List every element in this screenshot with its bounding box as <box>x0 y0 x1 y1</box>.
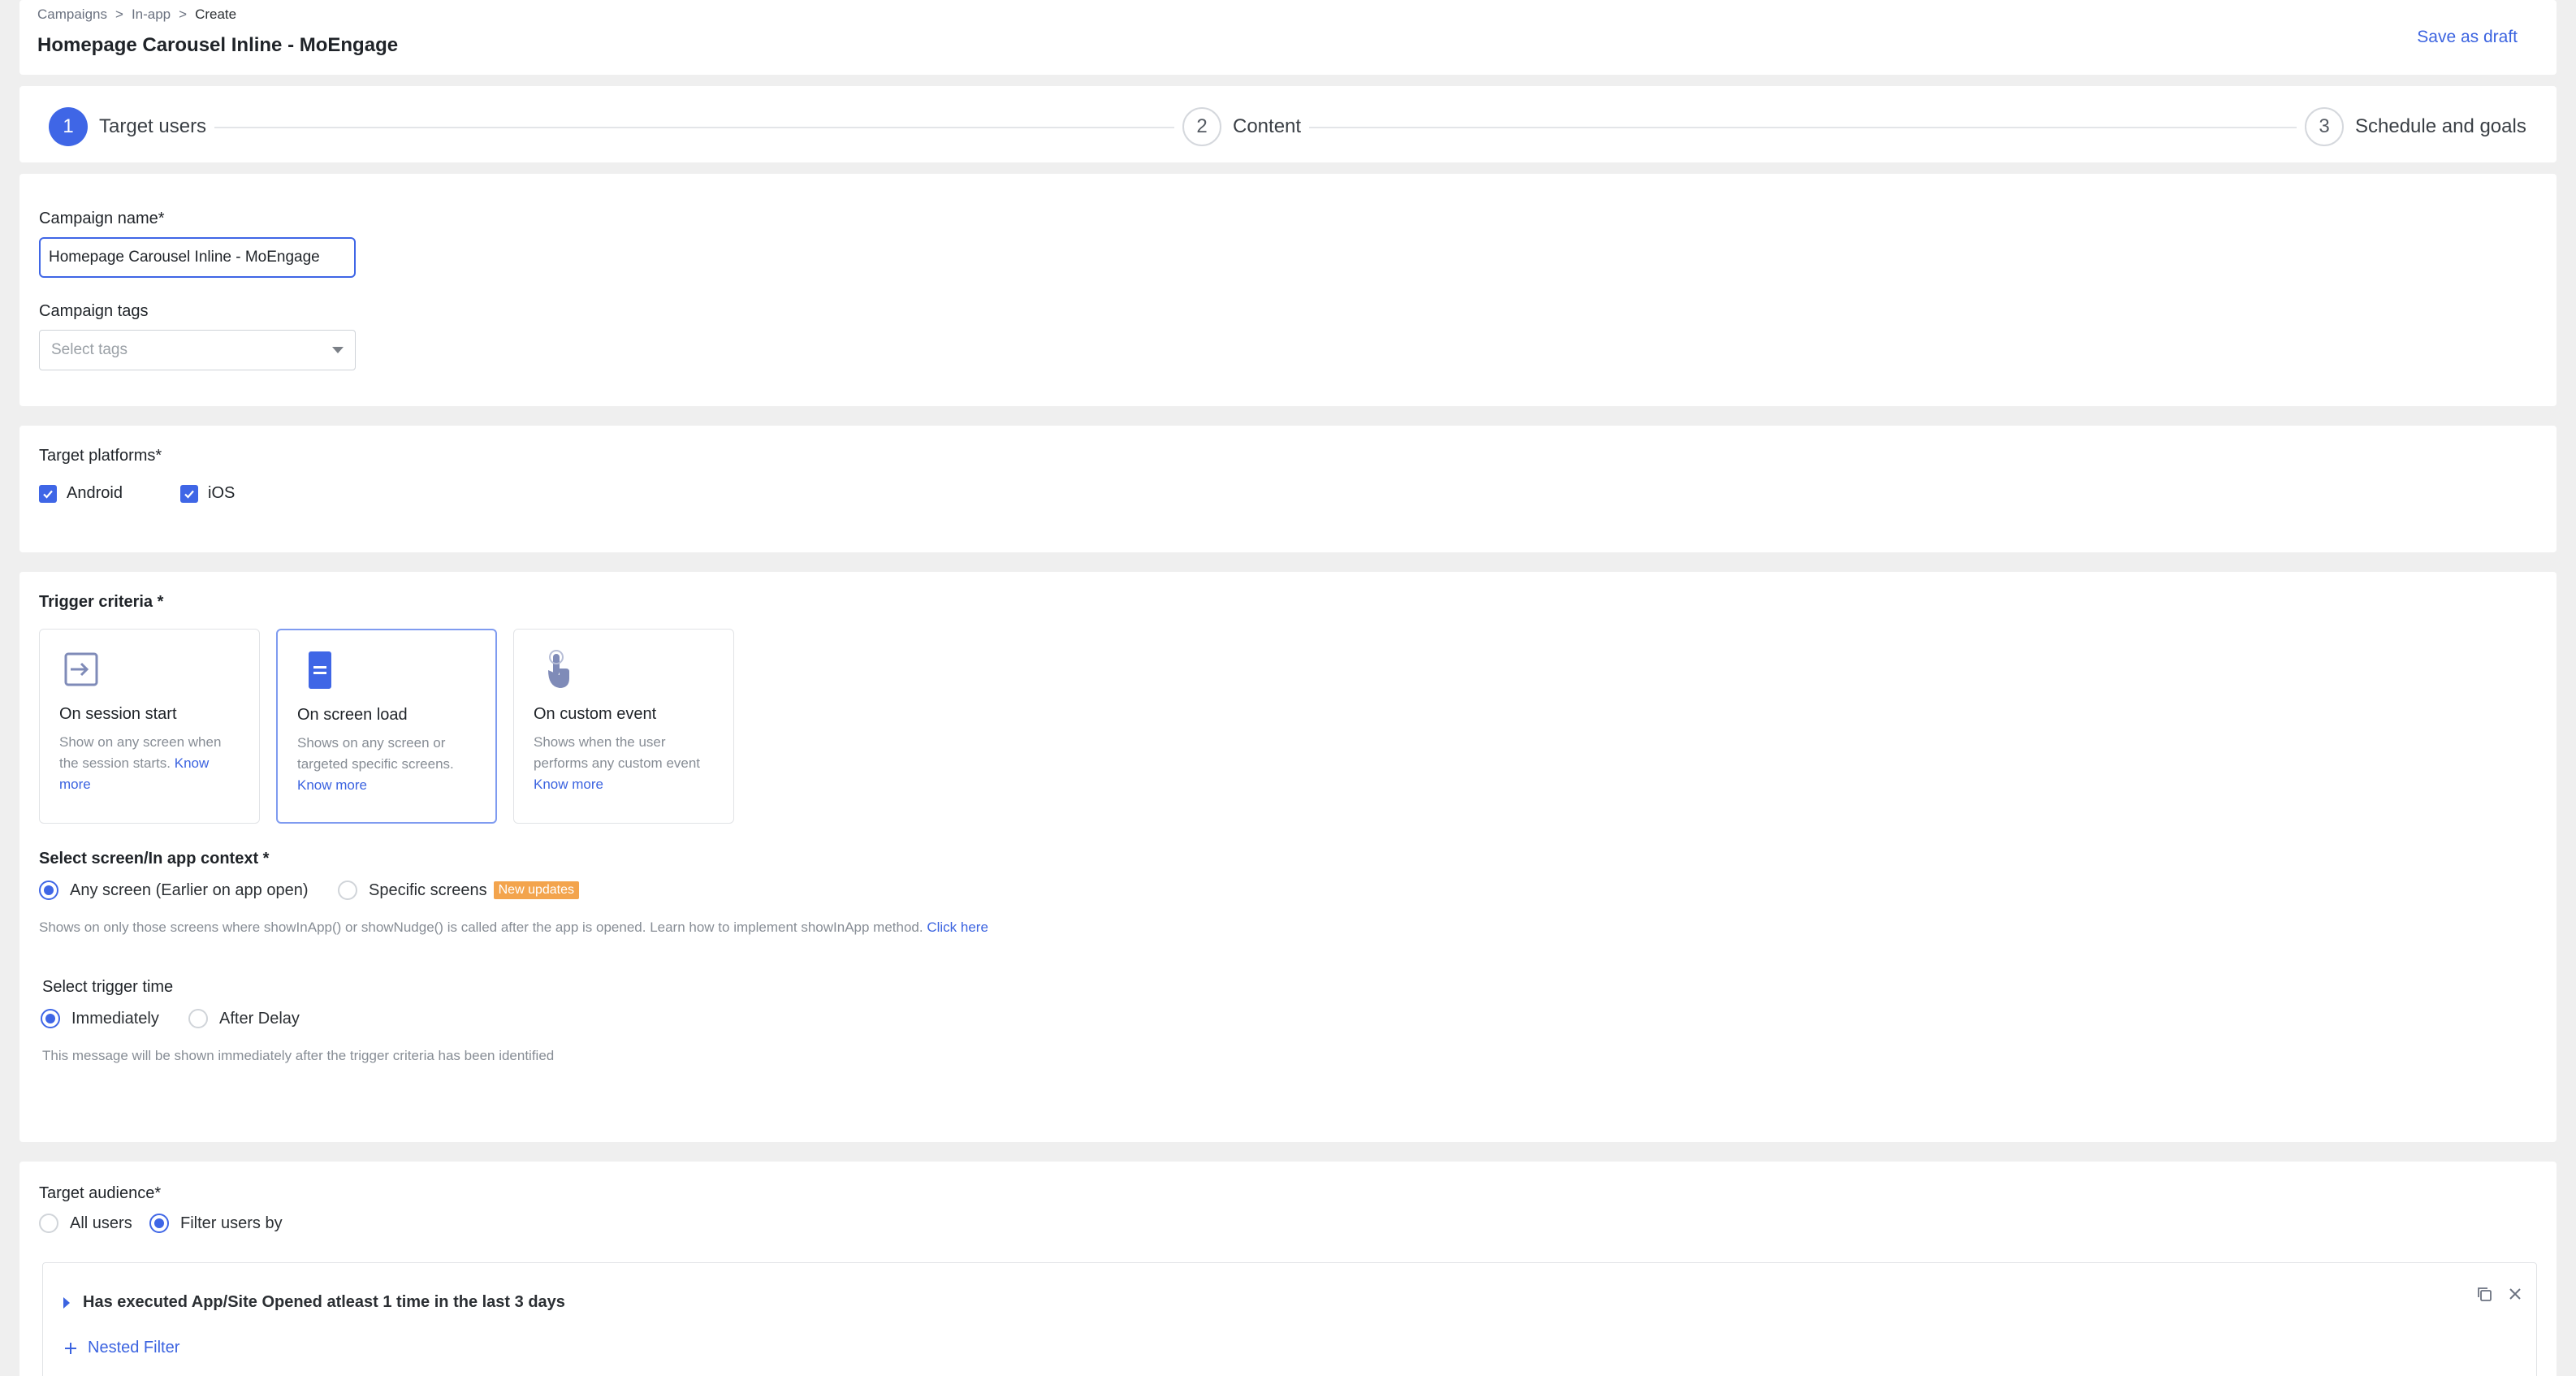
any-screen-label: Any screen (Earlier on app open) <box>70 881 309 899</box>
plus-icon <box>65 1342 76 1354</box>
campaign-tags-label: Campaign tags <box>39 302 149 320</box>
all-users-radio-row[interactable]: All users <box>39 1214 132 1233</box>
chevron-right-icon[interactable] <box>63 1296 70 1309</box>
trigger-time-label: Select trigger time <box>42 978 174 996</box>
step-number: 3 <box>2305 107 2344 146</box>
breadcrumb: Campaigns > In-app > Create <box>37 6 236 23</box>
trigger-card-desc: Show on any screen when the session star… <box>59 734 222 792</box>
campaign-tags-select[interactable]: Select tags <box>39 330 356 370</box>
after-delay-radio-row[interactable]: After Delay <box>188 1009 300 1028</box>
step-label: Content <box>1233 115 1302 137</box>
campaign-details-section: Campaign name* Campaign tags Select tags <box>19 174 2557 406</box>
step-content[interactable]: 2 Content <box>1174 107 1310 146</box>
nested-filter-label: Nested Filter <box>88 1339 180 1357</box>
filter-condition[interactable]: Has executed App/Site Opened atleast 1 t… <box>63 1293 565 1312</box>
step-number: 2 <box>1182 107 1221 146</box>
target-platforms-label: Target platforms* <box>39 447 162 465</box>
page-title: Homepage Carousel Inline - MoEngage <box>37 34 399 56</box>
trigger-criteria-section: Trigger criteria * On session start Show… <box>19 572 2557 1142</box>
trigger-card-desc: Shows on any screen or targeted specific… <box>297 735 454 793</box>
screen-context-hint: Shows on only those screens where showIn… <box>39 919 988 935</box>
all-users-label: All users <box>70 1214 132 1232</box>
filter-users-label: Filter users by <box>180 1214 283 1232</box>
android-checkbox[interactable] <box>39 484 57 503</box>
campaign-name-input[interactable] <box>39 237 356 278</box>
save-as-draft-button[interactable]: Save as draft <box>2417 28 2518 47</box>
any-screen-radio[interactable] <box>39 881 58 900</box>
trigger-card-screen-load[interactable]: On screen load Shows on any screen or ta… <box>276 629 497 824</box>
breadcrumb-separator: > <box>115 6 123 22</box>
ios-checkbox[interactable] <box>180 484 198 503</box>
all-users-radio[interactable] <box>39 1214 58 1233</box>
target-platforms-section: Target platforms* Android iOS <box>19 426 2557 552</box>
chevron-down-icon <box>332 347 344 353</box>
page-header: Campaigns > In-app > Create Homepage Car… <box>19 0 2557 75</box>
step-connector <box>1296 127 2305 128</box>
trigger-time-hint: This message will be shown immediately a… <box>42 1048 555 1063</box>
trigger-card-session-start[interactable]: On session start Show on any screen when… <box>39 629 260 824</box>
close-icon[interactable] <box>2503 1282 2527 1306</box>
know-more-link[interactable]: Know more <box>297 777 367 793</box>
session-start-icon <box>64 652 98 686</box>
filter-users-radio-row[interactable]: Filter users by <box>149 1214 283 1233</box>
trigger-card-custom-event[interactable]: On custom event Shows when the user perf… <box>513 629 734 824</box>
campaign-tags-placeholder: Select tags <box>51 341 128 358</box>
trigger-criteria-label: Trigger criteria * <box>39 593 164 611</box>
breadcrumb-campaigns[interactable]: Campaigns <box>37 6 107 23</box>
specific-screens-radio[interactable] <box>338 881 357 900</box>
ios-checkbox-row[interactable]: iOS <box>180 484 235 503</box>
target-audience-label: Target audience* <box>39 1184 162 1202</box>
screen-load-icon <box>309 651 331 689</box>
step-target-users[interactable]: 1 Target users <box>49 107 215 146</box>
new-updates-badge: New updates <box>493 881 580 899</box>
immediately-radio-row[interactable]: Immediately <box>41 1009 159 1028</box>
screen-context-label: Select screen/In app context * <box>39 850 270 868</box>
custom-event-icon <box>548 650 569 688</box>
android-checkbox-row[interactable]: Android <box>39 484 123 503</box>
specific-screens-label: Specific screens <box>369 881 487 899</box>
step-label: Schedule and goals <box>2355 115 2526 137</box>
breadcrumb-separator: > <box>179 6 188 22</box>
android-label: Android <box>67 484 123 502</box>
step-label: Target users <box>99 115 207 137</box>
breadcrumb-in-app[interactable]: In-app <box>132 6 171 23</box>
copy-icon[interactable] <box>2472 1282 2496 1306</box>
step-schedule-goals[interactable]: 3 Schedule and goals <box>2297 107 2535 146</box>
specific-screens-radio-row[interactable]: Specific screens New updates <box>338 881 580 900</box>
stepper: 1 Target users 2 Content 3 Schedule and … <box>19 86 2557 162</box>
immediately-label: Immediately <box>71 1009 159 1028</box>
target-audience-section: Target audience* All users Filter users … <box>19 1162 2557 1376</box>
know-more-link[interactable]: Know more <box>534 777 603 792</box>
trigger-card-title: On screen load <box>297 706 408 724</box>
check-icon <box>43 490 53 499</box>
step-number: 1 <box>49 107 88 146</box>
filter-box <box>42 1262 2537 1376</box>
campaign-name-label: Campaign name* <box>39 210 165 227</box>
trigger-card-desc: Shows when the user performs any custom … <box>534 734 701 792</box>
filter-condition-text: Has executed App/Site Opened atleast 1 t… <box>83 1293 565 1311</box>
after-delay-radio[interactable] <box>188 1009 208 1028</box>
step-connector <box>211 127 1184 128</box>
ios-label: iOS <box>208 484 236 502</box>
after-delay-label: After Delay <box>219 1009 300 1028</box>
click-here-link[interactable]: Click here <box>927 919 988 935</box>
immediately-radio[interactable] <box>41 1009 60 1028</box>
check-icon <box>184 490 194 499</box>
filter-users-radio[interactable] <box>149 1214 169 1233</box>
nested-filter-button[interactable]: Nested Filter <box>63 1339 179 1357</box>
breadcrumb-create: Create <box>195 6 237 22</box>
trigger-card-title: On session start <box>59 705 177 723</box>
trigger-card-title: On custom event <box>534 705 657 723</box>
any-screen-radio-row[interactable]: Any screen (Earlier on app open) <box>39 881 309 900</box>
